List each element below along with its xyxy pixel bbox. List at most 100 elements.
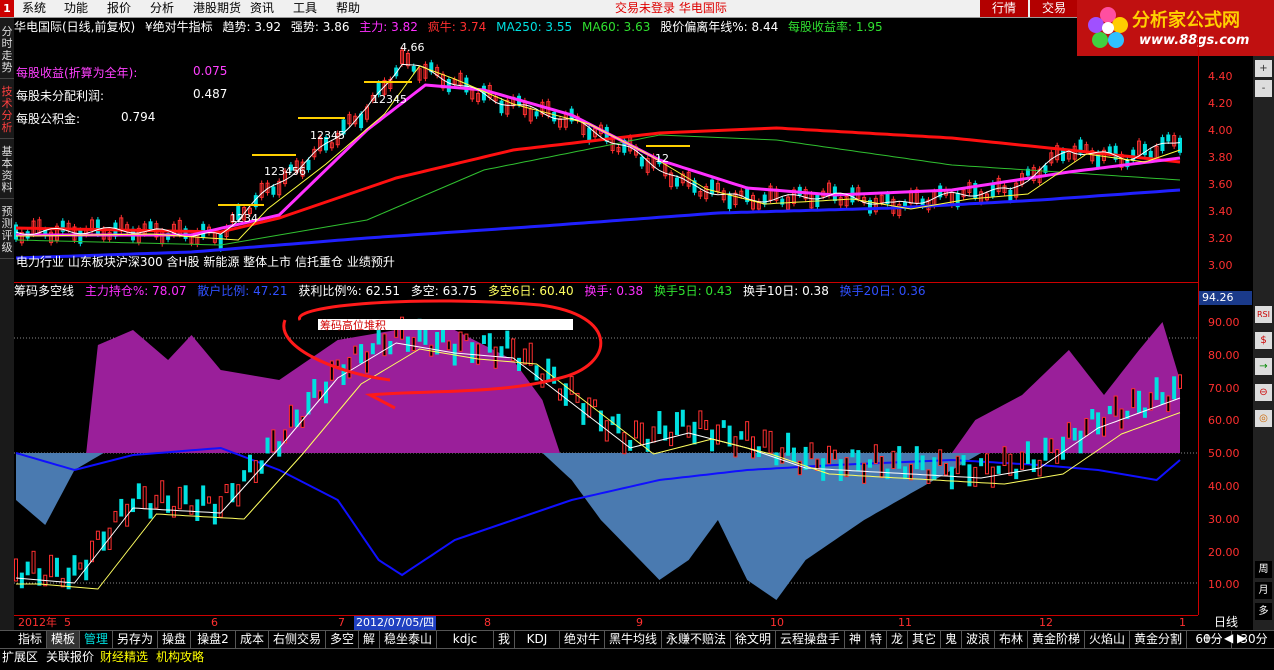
indicator-candle (177, 486, 182, 510)
indicator-tab[interactable]: 我 (494, 631, 515, 648)
indicator-candle (347, 357, 352, 379)
indicator-candle (113, 510, 118, 523)
indicator-candle (949, 466, 954, 490)
indicator-tab[interactable]: 特 (866, 631, 887, 648)
indicator-candle (493, 346, 498, 369)
indicator-tab[interactable]: 布林 (995, 631, 1028, 648)
indicator-tab[interactable]: 黄金分割 (1130, 631, 1187, 648)
indicator-tab[interactable]: 操盘2 (191, 631, 236, 648)
trend-line (15, 63, 1181, 238)
indicator-tab[interactable]: 火焰山 (1085, 631, 1130, 648)
indicator-tab[interactable]: 黑牛均线 (605, 631, 662, 648)
tab-scroll-icons[interactable]: + - ◀ ▶ (1202, 631, 1246, 645)
indicator-tab[interactable]: KDJ (515, 631, 560, 648)
indicator-candle (961, 455, 966, 466)
indicator-candle (288, 404, 293, 428)
indicator-tab[interactable]: 成本 (236, 631, 269, 648)
price-label: 4.40 (1208, 70, 1233, 83)
indicator-tab[interactable]: 多空 (326, 631, 359, 648)
indicator-candle (1178, 374, 1182, 389)
indicator-candle (19, 572, 24, 589)
institution-strategy-tab[interactable]: 机构攻略 (156, 649, 204, 665)
indicator-tab[interactable]: 另存为 (113, 631, 158, 648)
rsi-icon[interactable]: RSI (1255, 306, 1272, 323)
date-label-may: 5 (64, 616, 71, 629)
indicator-candle (72, 555, 77, 576)
zoom-out-icon[interactable]: - (1255, 80, 1272, 97)
indicator-tab[interactable]: 波浪 (962, 631, 995, 648)
indicator-candle (651, 426, 656, 443)
week-button[interactable]: 周 (1255, 561, 1272, 578)
indicator-tab[interactable]: 其它 (908, 631, 941, 648)
circle-minus-icon[interactable]: ⊖ (1255, 384, 1272, 401)
zoom-in-icon[interactable]: + (1255, 60, 1272, 77)
indicator-tab[interactable]: 解 (359, 631, 380, 648)
kline-chart[interactable]: 4.66 12345 12345 123456 1234 12 电力行业 山东板… (0, 0, 1198, 615)
indicator-candle (710, 429, 715, 452)
indicator-candle (242, 470, 247, 482)
price-label: 3.00 (1208, 259, 1233, 272)
indicator-tab[interactable]: 绝对牛 (560, 631, 605, 648)
extension-area-tab[interactable]: 扩展区 (2, 649, 38, 665)
indicator-candle (639, 422, 644, 446)
indicator-tab[interactable]: 稳坐泰山 (380, 631, 437, 648)
indicator-label: 70.00 (1208, 381, 1240, 395)
indicator-tab[interactable]: 指标 (14, 631, 47, 648)
indicator-tab[interactable]: 云程操盘手 (776, 631, 845, 648)
indicator-tab[interactable]: 模板 (47, 631, 80, 648)
price-label: 4.20 (1208, 97, 1233, 110)
turnover-value: 换手: 0.38 (584, 284, 644, 298)
arrow-right-icon[interactable]: → (1255, 358, 1272, 375)
dollar-icon[interactable]: $ (1255, 332, 1272, 349)
indicator-label: 80.00 (1208, 348, 1240, 362)
profit-ratio-value: 获利比例%: 62.51 (298, 284, 400, 298)
indicator-candle (148, 503, 153, 519)
target-icon[interactable]: ◎ (1255, 410, 1272, 427)
indicator-candle (955, 455, 960, 475)
indicator-tab[interactable]: 鬼 (941, 631, 962, 648)
indicator-candle (1148, 392, 1153, 411)
main-hold-value: 主力持仓%: 78.07 (84, 284, 187, 298)
indicator-tab[interactable]: 永赚不赔法 (662, 631, 731, 648)
annotation-text: 筹码高位堆积 (320, 318, 386, 332)
indicator-candle (1154, 377, 1159, 400)
indicator-tab[interactable]: 龙 (887, 631, 908, 648)
indicator-candle (195, 499, 200, 521)
period-label[interactable]: 日线 (1214, 615, 1238, 629)
date-label-jun: 6 (211, 616, 218, 629)
indicator-tab[interactable]: 神 (845, 631, 866, 648)
finance-select-tab[interactable]: 财经精选 (100, 649, 148, 665)
multi-button[interactable]: 多 (1255, 603, 1272, 620)
indicator-candle (212, 503, 217, 525)
indicator-candle (265, 437, 270, 454)
indicator-candle (686, 425, 691, 438)
indicator-tab[interactable]: 徐文明 (731, 631, 776, 648)
indicator-candle (1096, 412, 1101, 435)
indicator-tab[interactable]: 黄金阶梯 (1028, 631, 1085, 648)
indicator-tab[interactable]: 右侧交易 (269, 631, 326, 648)
indicator-candle (253, 460, 258, 483)
indicator-tab[interactable]: kdjc (437, 631, 494, 648)
indicator-candle (739, 431, 744, 440)
price-label: 3.20 (1208, 232, 1233, 245)
indicator-candle (1160, 392, 1165, 405)
indicator-tab[interactable]: 操盘 (158, 631, 191, 648)
indicator-candle (809, 442, 814, 460)
related-quote-tab[interactable]: 关联报价 (46, 649, 94, 665)
indicator-candle (984, 453, 989, 475)
indicator-candle (306, 392, 311, 415)
indicator-candle (470, 342, 475, 363)
retail-ratio-value: 散户比例: 47.21 (197, 284, 288, 298)
month-button[interactable]: 月 (1255, 582, 1272, 599)
indicator-candle (370, 343, 375, 355)
indicator-tab[interactable]: 管理 (80, 631, 113, 648)
indicator-candle (669, 431, 674, 447)
indicator-candle (628, 439, 633, 451)
indicator-candle (791, 447, 796, 463)
indicator-candle (1131, 388, 1136, 409)
turnover-20day-value: 换手20日: 0.36 (839, 284, 926, 298)
indicator-candle (1031, 459, 1036, 473)
candle-annotation-high: 4.66 (400, 41, 425, 54)
indicator-candle (218, 496, 223, 518)
indicator-candle (926, 469, 931, 484)
